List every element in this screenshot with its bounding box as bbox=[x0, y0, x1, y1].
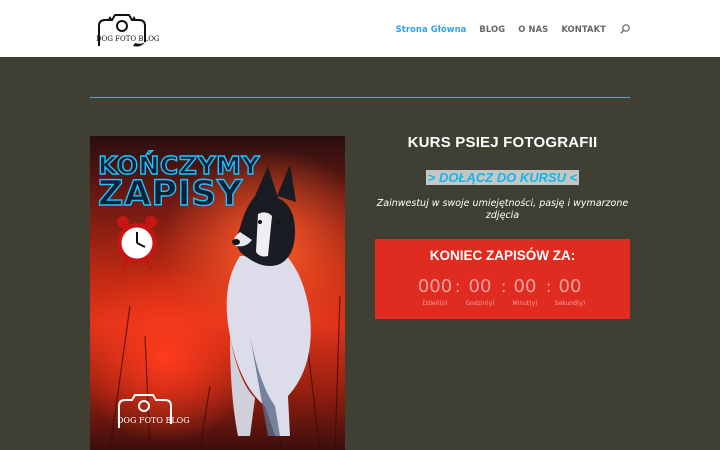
logo-text: DOG FOTO BLOG bbox=[96, 35, 160, 43]
countdown-row: 000 Dzień(s) : 00 Godzin(y) : 00 Minut(y… bbox=[375, 275, 630, 315]
countdown-seconds-value: 00 bbox=[558, 276, 582, 297]
countdown-title: KONIEC ZAPISÓW ZA: bbox=[429, 248, 576, 263]
countdown-days: 000 Dzień(s) bbox=[410, 275, 460, 307]
countdown-hours-label: Godzin(y) bbox=[465, 300, 495, 307]
nav-item-contact[interactable]: KONTAKT bbox=[561, 24, 606, 34]
main-nav: Strona Główna BLOG O NAS KONTAKT bbox=[396, 0, 630, 57]
course-poster-image[interactable]: KOŃCZYMY ZAPISY DOG FOTO BLOG bbox=[90, 136, 345, 450]
countdown-minutes-value: 00 bbox=[513, 276, 537, 297]
countdown-minutes-label: Minut(y) bbox=[512, 300, 538, 307]
countdown-hours: 00 Godzin(y) bbox=[455, 275, 505, 307]
poster-headline: KOŃCZYMY ZAPISY bbox=[97, 152, 260, 214]
countdown-seconds-label: Sekund(y) bbox=[554, 300, 586, 307]
nav-item-blog[interactable]: BLOG bbox=[479, 24, 505, 34]
search-icon[interactable] bbox=[620, 23, 630, 34]
poster-headline-line2: ZAPISY bbox=[97, 173, 243, 214]
countdown-minutes: 00 Minut(y) bbox=[500, 275, 550, 307]
countdown-seconds: 00 Sekund(y) bbox=[545, 275, 595, 307]
camera-logo-icon bbox=[98, 14, 146, 47]
countdown-days-label: Dzień(s) bbox=[422, 300, 448, 307]
nav-item-home[interactable]: Strona Główna bbox=[396, 24, 467, 34]
nav-item-about[interactable]: O NAS bbox=[518, 24, 548, 34]
site-logo[interactable] bbox=[95, 12, 149, 50]
section-divider bbox=[90, 97, 630, 98]
join-course-link[interactable]: > DOŁĄCZ DO KURSU < bbox=[375, 170, 630, 185]
alarm-clock-icon bbox=[117, 216, 157, 270]
course-tagline: Zainwestuj w swoje umiejętności, pasję i… bbox=[376, 198, 629, 221]
countdown-hours-value: 00 bbox=[468, 276, 492, 297]
site-header: Strona Główna BLOG O NAS KONTAKT bbox=[0, 0, 720, 57]
poster-logo-text: DOG FOTO BLOG bbox=[117, 416, 190, 425]
countdown-days-value: 000 bbox=[417, 276, 453, 297]
countdown-timer: KONIEC ZAPISÓW ZA: 000 Dzień(s) : 00 God… bbox=[375, 239, 630, 319]
course-title: KURS PSIEJ FOTOGRAFII bbox=[407, 134, 598, 151]
join-course-link-label: > DOŁĄCZ DO KURSU < bbox=[425, 170, 580, 185]
